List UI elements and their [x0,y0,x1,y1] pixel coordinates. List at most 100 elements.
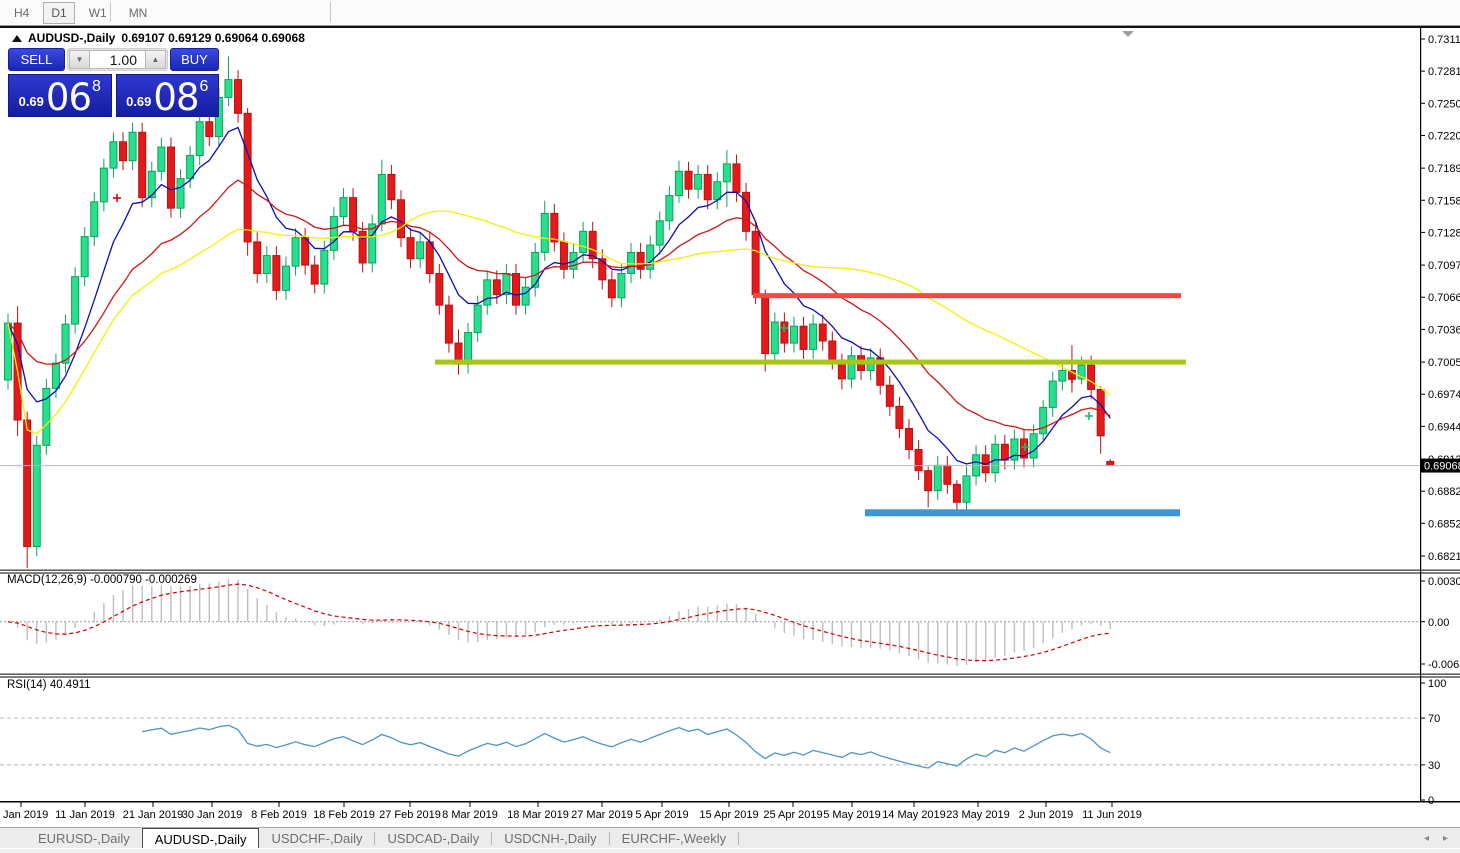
support-blue-line[interactable] [865,509,1180,516]
buy-price-box[interactable]: 0.69 08 6 [116,74,220,117]
rsi-axis-label: 30 [1428,760,1440,772]
macd-axis-label: -0.006311 [1428,659,1460,671]
macd-signal-line [8,584,1110,661]
panel-separator [0,572,1460,573]
buy-price-prefix: 0.69 [126,94,151,109]
price-axis-label: 0.69440 [1428,421,1460,433]
panel-separator [0,674,1460,675]
time-axis-label: 11 Jan 2019 [55,809,115,821]
chart-canvas[interactable]: 0.731150.728100.725050.722000.718900.715… [0,0,1460,853]
tab-usdcad-daily[interactable]: USDCAD-,Daily [375,828,491,849]
time-axis-label: 21 Jan 2019 [123,809,184,821]
tab-scroll-arrows: ◂ ▸ [1424,828,1460,849]
time-axis-label: 8 Mar 2019 [442,809,498,821]
time-axis-label: 23 May 2019 [946,809,1010,821]
price-axis-border [1420,27,1421,802]
price-axis-label: 0.70665 [1428,292,1460,304]
chart-ohlc-values: 0.69107 0.69129 0.69064 0.69068 [121,31,305,45]
support-olive-line[interactable] [435,360,1186,365]
macd-axis-label: 0.00 [1428,617,1449,629]
trading-platform-window: { "toolbar": { "timeframes": [ {"label":… [0,0,1460,853]
ma-mid-line [8,180,1110,430]
chart-symbol-label: AUDUSD-,Daily [28,31,115,45]
sell-button[interactable]: SELL [8,48,65,71]
price-axis-label: 0.69745 [1428,389,1460,401]
price-axis-label: 0.71890 [1428,163,1460,175]
sell-price-box[interactable]: 0.69 06 8 [8,74,112,117]
symbol-tab-bar: EURUSD-,DailyAUDUSD-,DailyUSDCHF-,DailyU… [0,827,1460,849]
time-axis-label: 27 Mar 2019 [571,809,633,821]
one-click-trade-panel: SELL ▼ 1.00 ▲ BUY 0.69 06 8 0.69 08 6 [8,48,219,117]
time-axis-label: 14 May 2019 [882,809,946,821]
time-axis-label: 5 Apr 2019 [635,809,688,821]
macd-axis-label: 0.003035 [1428,576,1460,588]
tab-audusd-daily[interactable]: AUDUSD-,Daily [142,828,260,849]
chart-window-border [0,26,1460,28]
price-axis: 0.731150.728100.725050.722000.718900.715… [1420,34,1460,563]
current-price-tag-text: 0.69068 [1424,461,1460,473]
tab-eurchf-weekly[interactable]: EURCHF-,Weekly [610,828,739,849]
macd-histogram [8,579,1110,666]
candlestick-series [5,56,1114,569]
timeframe-button-d1[interactable]: D1 [43,2,74,24]
time-axis-label: 5 May 2019 [823,809,880,821]
status-bar [0,848,1460,853]
price-axis-label: 0.68520 [1428,518,1460,530]
price-axis-label: 0.73115 [1428,34,1460,46]
macd-axis: 0.003035 0.00 -0.006311 [1420,576,1460,671]
time-axis-label: 25 Apr 2019 [763,809,822,821]
volume-spinner: ▼ 1.00 ▲ [67,48,168,71]
time-axis-label: 18 Mar 2019 [507,809,569,821]
panel-separator [0,570,1460,571]
buy-button[interactable]: BUY [170,48,219,71]
tab-usdcnh-daily[interactable]: USDCNH-,Daily [492,828,608,849]
volume-decrease-button[interactable]: ▼ [69,50,90,69]
rsi-axis: 100 70 30 0 [1420,678,1446,807]
timeframe-toolbar: H4D1W1MN [0,0,1460,26]
time-axis-label: 18 Feb 2019 [313,809,375,821]
collapse-trade-panel-icon[interactable] [12,35,22,42]
resistance-red-line[interactable] [753,293,1181,298]
time-axis-label: 8 Feb 2019 [251,809,307,821]
price-axis-label: 0.72505 [1428,98,1460,110]
rsi-axis-label: 100 [1428,678,1446,690]
price-axis-label: 0.68825 [1428,486,1460,498]
tab-usdchf-daily[interactable]: USDCHF-,Daily [259,828,374,849]
sell-price-big-digits: 06 [46,81,91,114]
tabbar-left-pad [0,828,26,849]
rsi-line [142,725,1110,768]
volume-input[interactable]: 1.00 [90,50,145,69]
tab-separator [738,832,739,845]
sell-price-pip-digit: 8 [92,78,101,96]
time-axis-label: 2 Jan 2019 [0,809,48,821]
volume-increase-button[interactable]: ▲ [145,50,166,69]
timeframe-button-mn[interactable]: MN [121,2,156,24]
time-axis-label: 11 Jun 2019 [1082,809,1142,821]
timeframe-button-h4[interactable]: H4 [6,2,37,24]
trade-marker-icon [113,194,121,202]
rsi-indicator-label: RSI(14) 40.4911 [5,679,93,691]
time-axis-label: 2 Jun 2019 [1019,809,1073,821]
price-axis-label: 0.68210 [1428,551,1460,563]
rsi-axis-label: 0 [1428,795,1434,807]
price-axis-label: 0.70360 [1428,324,1460,336]
price-axis-label: 0.70050 [1428,357,1460,369]
price-axis-label: 0.71280 [1428,227,1460,239]
toolbar-separator [330,2,331,22]
chart-shift-marker-icon[interactable] [1122,31,1134,37]
ma-slow-line [8,211,1110,434]
tab-eurusd-daily[interactable]: EURUSD-,Daily [26,828,142,849]
price-axis-label: 0.70970 [1428,260,1460,272]
time-axis: 2 Jan 2019 11 Jan 2019 21 Jan 201930 Jan 2… [0,801,1142,821]
price-axis-label: 0.72200 [1428,130,1460,142]
tab-scroll-right-icon[interactable]: ▸ [1443,833,1448,844]
trade-marker-icon [1085,412,1093,420]
panel-separator [0,676,1460,677]
tab-scroll-left-icon[interactable]: ◂ [1424,833,1429,844]
rsi-axis-label: 70 [1428,713,1440,725]
sell-price-prefix: 0.69 [19,94,44,109]
price-axis-label: 0.71585 [1428,195,1460,207]
time-axis-label: 30 Jan 2019 [182,809,243,821]
time-axis-label: 15 Apr 2019 [699,809,758,821]
buy-price-big-digits: 08 [153,81,198,114]
